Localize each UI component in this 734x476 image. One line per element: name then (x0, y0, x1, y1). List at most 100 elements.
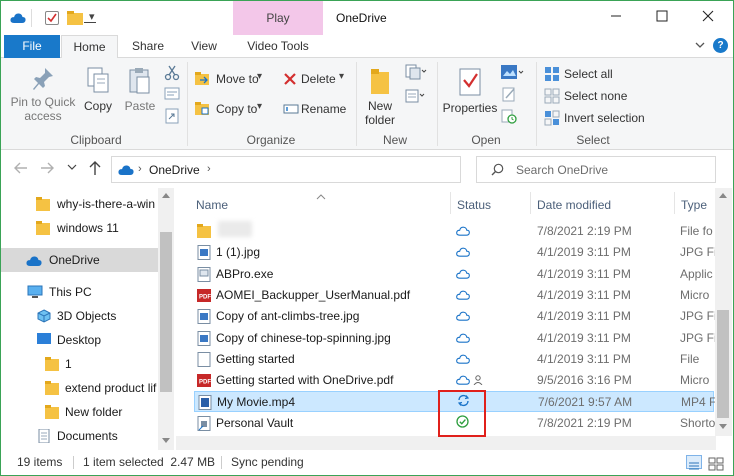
forward-button[interactable] (39, 161, 55, 178)
rename-button[interactable]: Rename (283, 100, 349, 120)
file-type: Applic (680, 266, 713, 281)
file-row[interactable]: PDF AOMEI_Backupper_UserManual.pdf 4/1/201… (194, 285, 714, 306)
status-bar: 19 items 1 item selected 2.47 MB Sync pe… (1, 450, 733, 475)
column-header-name[interactable]: Name (196, 198, 228, 212)
file-name: ABPro.exe (216, 266, 274, 281)
properties-quick-icon[interactable] (45, 11, 59, 25)
nav-item-this-pc[interactable]: This PC (1, 280, 158, 304)
copy-to-icon (195, 102, 209, 115)
copy-button[interactable]: Copy (81, 66, 115, 120)
navigation-pane: why-is-there-a-win windows 11 OneDrive T… (1, 188, 174, 450)
column-header-date-modified[interactable]: Date modified (537, 198, 611, 212)
cut-icon[interactable] (164, 65, 180, 84)
move-to-button[interactable]: Move to ▾ (195, 70, 271, 90)
chevron-down-icon: ▾ (339, 71, 345, 82)
file-list-scrollbar-thumb[interactable] (717, 310, 729, 418)
tab-home[interactable]: Home (61, 35, 118, 59)
breadcrumb-separator-icon[interactable]: › (207, 163, 211, 175)
scroll-down-icon[interactable] (162, 438, 170, 444)
new-item-icon[interactable] (405, 64, 427, 83)
help-icon[interactable]: ? (713, 38, 728, 53)
vault-shortcut-icon (197, 415, 211, 431)
paste-button[interactable]: Paste (121, 66, 159, 120)
tab-share[interactable]: Share (123, 35, 173, 58)
nav-item-onedrive[interactable]: OneDrive (1, 248, 158, 272)
file-row[interactable]: 7/8/2021 2:19 PM File fo (194, 221, 714, 242)
nav-item-desktop[interactable]: Desktop (1, 328, 158, 352)
file-type: Micro (680, 373, 710, 388)
file-row[interactable]: Copy of chinese-top-spinning.jpg 4/1/2019… (194, 328, 716, 349)
file-date: 4/1/2019 3:11 PM (537, 351, 631, 366)
recent-locations-chevron-icon[interactable] (67, 161, 77, 176)
file-row[interactable]: PDF Getting started with OneDrive.pdf 9/5/… (194, 370, 714, 391)
minimize-button[interactable] (593, 1, 639, 35)
column-header-status[interactable]: Status (457, 198, 491, 212)
ribbon: Pin to Quick access Copy Paste Clipboard… (1, 58, 733, 150)
breadcrumb-onedrive[interactable]: OneDrive (149, 163, 200, 177)
collapse-ribbon-icon[interactable] (695, 40, 705, 53)
pin-to-quick-access-button[interactable]: Pin to Quick access (7, 66, 79, 128)
sort-indicator-icon (316, 189, 326, 203)
scroll-up-icon[interactable] (719, 192, 727, 198)
up-button[interactable] (88, 160, 102, 179)
folder-icon (45, 381, 59, 395)
file-type: JPG Fi (680, 309, 716, 324)
close-button[interactable] (685, 1, 731, 35)
nav-item-3d-objects[interactable]: 3D Objects (1, 304, 158, 328)
open-icon[interactable] (500, 64, 524, 85)
chevron-down-icon: ▾ (257, 71, 263, 82)
copy-path-icon[interactable] (164, 87, 180, 104)
back-button[interactable] (13, 161, 29, 178)
horizontal-scrollbar[interactable] (176, 436, 716, 450)
invert-selection-button[interactable]: Invert selection (544, 108, 654, 128)
column-header-type[interactable]: Type (681, 198, 707, 212)
file-date: 4/1/2019 3:11 PM (537, 245, 631, 260)
select-all-button[interactable]: Select all (544, 64, 654, 84)
file-row[interactable]: Copy of ant-climbs-tree.jpg 4/1/2019 3:11… (194, 306, 716, 327)
selection-info: 1 item selected 2.47 MB (83, 455, 216, 469)
new-folder-quick-icon[interactable] (67, 11, 83, 28)
file-row[interactable]: 1 (1).jpg 4/1/2019 3:11 PM JPG Fi (194, 242, 716, 263)
easy-access-icon[interactable] (405, 88, 427, 107)
file-name: My Movie.mp4 (217, 395, 296, 410)
scroll-up-icon[interactable] (162, 192, 170, 198)
copy-to-button[interactable]: Copy to ▾ (195, 100, 271, 120)
large-icons-view-icon[interactable] (708, 455, 724, 476)
delete-button[interactable]: Delete ▾ (283, 70, 349, 90)
nav-item-new-folder[interactable]: New folder (1, 400, 158, 424)
details-view-icon[interactable] (686, 455, 702, 470)
nav-item-extend-product-lif[interactable]: extend product lif (1, 376, 158, 400)
folder-icon (36, 221, 50, 235)
edit-icon[interactable] (501, 86, 517, 105)
nav-scrollbar-thumb[interactable] (160, 232, 172, 392)
jpg-file-icon (197, 309, 211, 325)
delete-icon (284, 73, 296, 85)
select-none-button[interactable]: Select none (544, 86, 654, 106)
nav-item-why-is-there-a-win[interactable]: why-is-there-a-win (1, 192, 158, 216)
new-folder-icon (371, 69, 389, 94)
file-date: 7/8/2021 2:19 PM (537, 224, 632, 238)
tab-video-tools[interactable]: Video Tools (238, 35, 318, 58)
move-to-icon (195, 72, 209, 85)
tab-file[interactable]: File (4, 35, 60, 58)
file-row[interactable]: Getting started 4/1/2019 3:11 PM File (194, 349, 714, 370)
nav-scrollbar[interactable] (158, 188, 174, 450)
scroll-down-icon[interactable] (719, 424, 727, 430)
file-list-scrollbar[interactable] (715, 188, 732, 436)
tab-view[interactable]: View (179, 35, 229, 58)
maximize-button[interactable] (639, 1, 685, 35)
search-input[interactable]: Search OneDrive (476, 156, 716, 183)
cloud-icon (117, 164, 135, 179)
nav-item-1[interactable]: 1 (1, 352, 158, 376)
paste-shortcut-icon[interactable] (164, 108, 180, 127)
file-date: 4/1/2019 3:11 PM (537, 287, 631, 302)
file-row[interactable]: ABPro.exe 4/1/2019 3:11 PM Applic (194, 264, 714, 285)
properties-button[interactable]: Properties (442, 66, 498, 128)
history-icon[interactable] (501, 108, 517, 127)
address-bar[interactable]: › OneDrive › (111, 156, 461, 183)
file-type: JPG Fi (680, 245, 716, 260)
nav-item-windows-11[interactable]: windows 11 (1, 216, 158, 240)
nav-item-documents[interactable]: Documents (1, 424, 158, 448)
new-folder-button[interactable]: New folder (359, 66, 401, 128)
play-context-tab[interactable]: Play (233, 1, 323, 35)
